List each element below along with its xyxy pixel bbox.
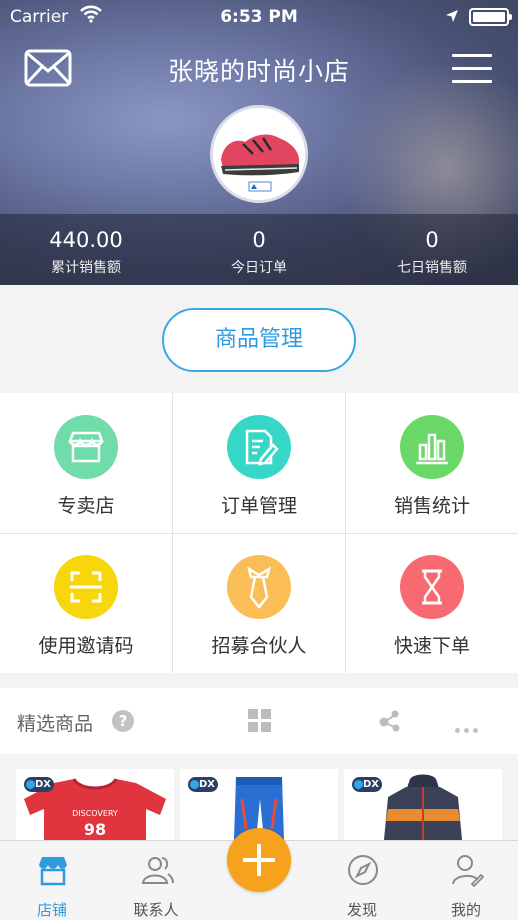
stat-today-orders[interactable]: 0 今日订单: [173, 228, 345, 277]
location-arrow-icon: [446, 10, 458, 22]
add-button[interactable]: [227, 828, 291, 892]
stat-value: 440.00: [49, 228, 123, 252]
stat-value: 0: [425, 228, 439, 252]
grid-label: 快速下单: [393, 635, 470, 657]
tab-label: 联系人: [133, 901, 179, 919]
tab-label: 我的: [450, 901, 481, 919]
stat-total-sales[interactable]: 440.00 累计销售额: [0, 228, 172, 277]
grid-item-store[interactable]: 专卖店: [0, 393, 172, 533]
battery-icon: [469, 8, 512, 26]
contacts-icon: [141, 857, 174, 884]
help-icon[interactable]: ?: [112, 710, 134, 732]
grid-label: 销售统计: [393, 495, 470, 517]
grid-item-recruit-partner[interactable]: 招募合伙人: [173, 533, 345, 673]
tab-mine[interactable]: 我的: [414, 841, 518, 920]
scan-icon: [54, 555, 118, 619]
grid-label: 专卖店: [57, 495, 115, 517]
clock: 6:53 PM: [220, 7, 298, 27]
grid-label: 使用邀请码: [38, 635, 134, 657]
featured-products-bar: 精选商品 ?: [0, 688, 518, 754]
stat-label: 累计销售额: [51, 260, 121, 276]
status-bar: Carrier 6:53 PM: [0, 0, 518, 34]
shop-title: 张晓的时尚小店: [167, 57, 350, 86]
menu-icon[interactable]: [452, 52, 492, 84]
feature-grid: 专卖店 订单管理 销售统计 使用邀请码 招募合伙人 快速下单: [0, 393, 518, 673]
grid-label: 招募合伙人: [211, 635, 307, 657]
dx-badge: DX: [188, 777, 218, 792]
grid-item-invite-code[interactable]: 使用邀请码: [0, 533, 172, 673]
tab-label: 店铺: [36, 901, 67, 919]
svg-text:98: 98: [84, 820, 106, 839]
tie-icon: [227, 555, 291, 619]
profile-icon: [452, 855, 484, 887]
shop-avatar[interactable]: [210, 105, 308, 203]
product-card[interactable]: DX: [344, 769, 502, 840]
product-card[interactable]: DISCOVERY 98 DX: [16, 769, 174, 840]
tab-discover[interactable]: 发现: [310, 841, 414, 920]
share-icon[interactable]: [378, 708, 402, 732]
dx-badge: DX: [24, 777, 54, 792]
tab-contacts[interactable]: 联系人: [104, 841, 208, 920]
stat-seven-day-sales[interactable]: 0 七日销售额: [346, 228, 518, 277]
product-management-button[interactable]: 商品管理: [162, 308, 356, 372]
tab-label: 发现: [346, 901, 377, 919]
stat-label: 七日销售额: [397, 260, 467, 276]
featured-title: 精选商品: [17, 713, 94, 735]
bar-chart-icon: [400, 415, 464, 479]
shop-header: Carrier 6:53 PM 张晓的时尚小店 440.00 累计销售额 0 今…: [0, 0, 518, 285]
grid-item-quick-order[interactable]: 快速下单: [346, 533, 518, 673]
shop-icon: [39, 857, 67, 886]
more-icon[interactable]: [455, 718, 482, 737]
grid-item-order-management[interactable]: 订单管理: [173, 393, 345, 533]
order-edit-icon: [227, 415, 291, 479]
grid-view-icon[interactable]: [248, 709, 271, 732]
grid-item-sales-statistics[interactable]: 销售统计: [346, 393, 518, 533]
sales-stats: 440.00 累计销售额 0 今日订单 0 七日销售额: [0, 214, 518, 285]
shoe-image: [213, 108, 305, 200]
compass-icon: [348, 855, 378, 885]
hourglass-icon: [400, 555, 464, 619]
stat-value: 0: [252, 228, 266, 252]
store-icon: [54, 415, 118, 479]
shirt-print: DISCOVERY: [72, 809, 118, 818]
tab-shop[interactable]: 店铺: [0, 841, 104, 920]
stat-label: 今日订单: [231, 260, 287, 276]
dx-badge: DX: [352, 777, 382, 792]
grid-label: 订单管理: [220, 495, 297, 517]
